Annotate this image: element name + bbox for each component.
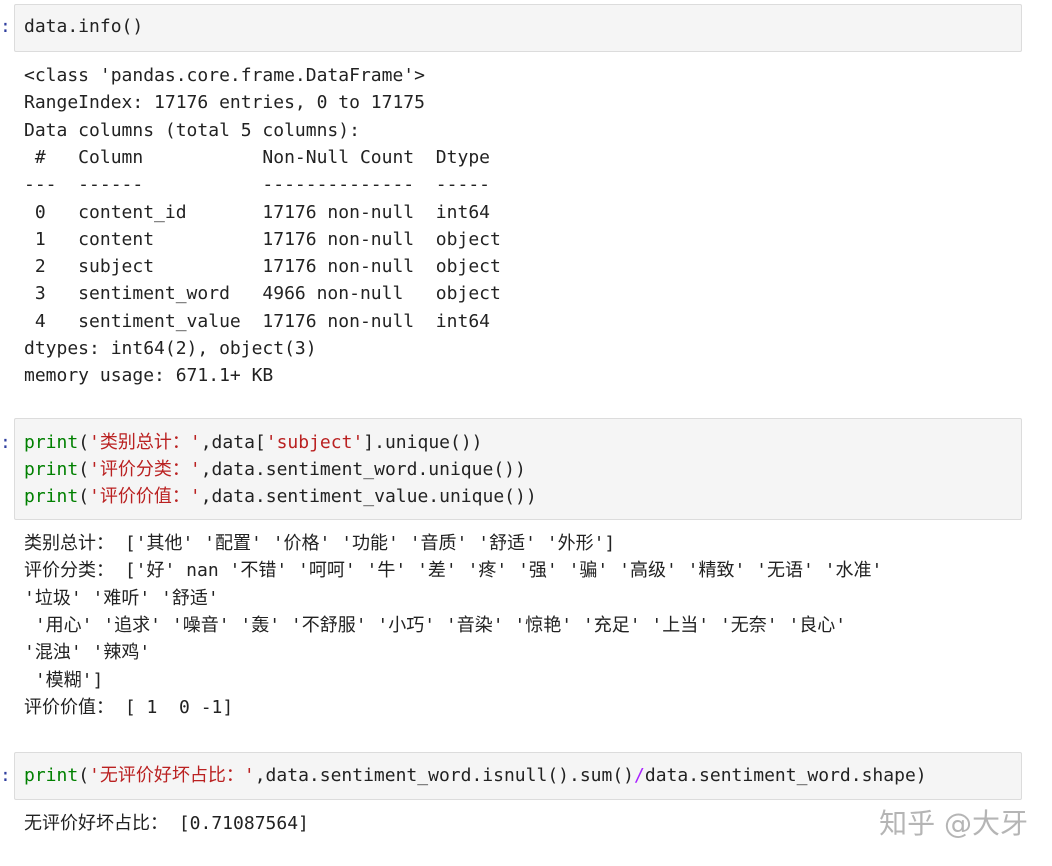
- code-line: print('类别总计：',data['subject'].unique()): [24, 429, 483, 456]
- cell-prompt: :: [0, 765, 11, 786]
- code-token: ].unique()): [363, 432, 483, 453]
- code-token: ,data.sentiment_word.isnull().sum(): [254, 765, 635, 786]
- output-line: dtypes: int64(2), object(3): [24, 338, 317, 359]
- output-line: 评价价值： [ 1 0 -1]: [24, 696, 234, 718]
- code-token: /: [634, 765, 645, 786]
- code-line: data.info(): [24, 13, 143, 40]
- cell-prompt: :: [0, 432, 11, 453]
- output-line: 评价分类： ['好' nan '不错' '呵呵' '牛' '差' '疼' '强'…: [24, 560, 883, 582]
- output-line: 0 content_id 17176 non-null int64: [24, 201, 501, 223]
- output-line: 1 content 17176 non-null object: [24, 228, 501, 250]
- code-input-cell-1[interactable]: [14, 4, 1022, 52]
- output-line: memory usage: 671.1+ KB: [24, 365, 274, 387]
- code-token: print: [24, 486, 79, 507]
- code-token: '类别总计：': [89, 432, 201, 453]
- watermark: 知乎 @大牙: [879, 807, 1028, 840]
- cell-prompt: :: [0, 16, 11, 37]
- output-line: 类别总计： ['其他' '配置' '价格' '功能' '音质' '舒适' '外形…: [24, 533, 616, 554]
- output-line: 2 subject 17176 non-null object: [24, 256, 501, 278]
- output-line: <class 'pandas.core.frame.DataFrame'>: [24, 65, 425, 86]
- code-token: (: [78, 765, 90, 786]
- code-token: '无评价好坏占比：': [89, 765, 255, 786]
- code-token: (: [78, 432, 90, 453]
- output-line: # Column Non-Null Count Dtype: [24, 146, 501, 168]
- code-line: print('评价分类：',data.sentiment_word.unique…: [24, 456, 526, 483]
- code-token: 'subject': [265, 432, 364, 453]
- output-line: Data columns (total 5 columns):: [24, 119, 360, 141]
- code-token: ,data.sentiment_value.unique()): [200, 486, 537, 507]
- code-token: '评价分类：': [89, 459, 201, 480]
- output-line: '混浊' '辣鸡': [24, 642, 151, 664]
- code-token: data.sentiment_word.shape): [644, 765, 927, 786]
- output-line: '用心' '追求' '噪音' '轰' '不舒服' '小巧' '音染' '惊艳' …: [24, 614, 847, 636]
- code-token: (: [78, 486, 90, 507]
- output-line: 4 sentiment_value 17176 non-null int64: [24, 310, 501, 332]
- code-token: print: [24, 459, 79, 480]
- code-token: data.info(): [24, 16, 144, 37]
- code-token: ,data.sentiment_word.unique()): [200, 459, 526, 480]
- code-line: print('评价价值：',data.sentiment_value.uniqu…: [24, 483, 537, 510]
- code-token: ,data[: [200, 432, 266, 453]
- output-line: 无评价好坏占比： [0.71087564]: [24, 813, 309, 834]
- output-line: '垃圾' '难听' '舒适': [24, 587, 219, 609]
- output-line: 3 sentiment_word 4966 non-null object: [24, 283, 501, 305]
- output-line: --- ------ -------------- -----: [24, 174, 501, 196]
- code-token: '评价价值：': [89, 486, 201, 507]
- output-line: RangeIndex: 17176 entries, 0 to 17175: [24, 92, 425, 114]
- code-token: (: [78, 459, 90, 480]
- output-line: '模糊']: [24, 669, 104, 691]
- code-token: print: [24, 432, 79, 453]
- code-token: print: [24, 765, 79, 786]
- code-line: print('无评价好坏占比：',data.sentiment_word.isn…: [24, 762, 927, 789]
